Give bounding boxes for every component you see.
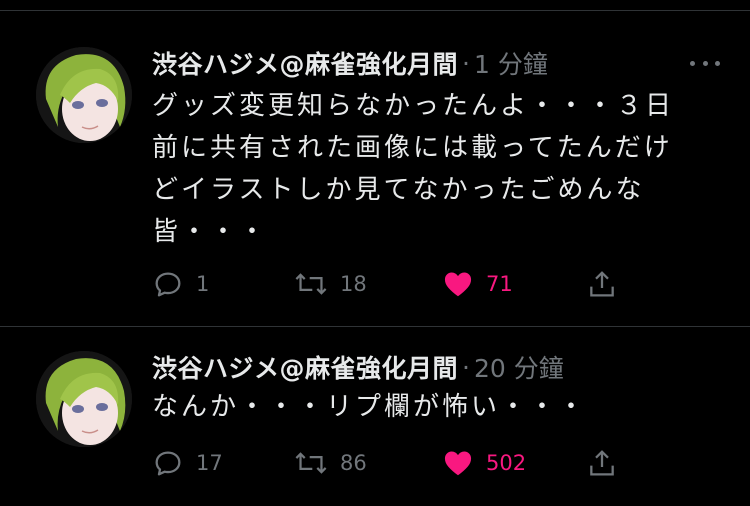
share-upload-icon xyxy=(590,271,614,297)
retweet-count: 18 xyxy=(340,272,367,296)
timestamp[interactable]: 20 分鐘 xyxy=(474,349,564,385)
author-name[interactable]: 渋谷ハジメ@麻雀強化月間 xyxy=(152,45,458,81)
like-button[interactable]: 502 xyxy=(442,443,526,483)
avatar[interactable] xyxy=(36,47,132,143)
like-count: 502 xyxy=(486,451,527,475)
heart-icon xyxy=(444,272,472,297)
like-button[interactable]: 71 xyxy=(442,264,513,304)
author-name[interactable]: 渋谷ハジメ@麻雀強化月間 xyxy=(152,349,458,385)
reply-bubble-icon xyxy=(155,451,181,476)
timeline-feed: 渋谷ハジメ@麻雀強化月間 · 1 分鐘 グッズ変更知らなかったんよ・・・３日 前… xyxy=(0,0,750,506)
reply-bubble-icon xyxy=(155,272,181,297)
action-bar: 17 86 502 xyxy=(152,443,632,483)
reply-button[interactable]: 1 xyxy=(152,264,209,304)
reply-count: 17 xyxy=(196,451,223,475)
tweet-text: グッズ変更知らなかったんよ・・・３日 前に共有された画像には載ってたんだけ どイ… xyxy=(152,91,675,247)
reply-count: 1 xyxy=(196,272,210,296)
retweet-button[interactable]: 86 xyxy=(294,443,367,483)
tweet-text: なんか・・・リプ欄が怖い・・・ xyxy=(152,392,588,422)
heart-icon xyxy=(444,451,472,476)
more-horizontal-icon[interactable] xyxy=(690,51,720,75)
tweet[interactable]: 渋谷ハジメ@麻雀強化月間 · 1 分鐘 グッズ変更知らなかったんよ・・・３日 前… xyxy=(0,11,750,326)
action-bar: 1 18 71 xyxy=(152,264,632,304)
share-button[interactable] xyxy=(586,443,618,483)
retweet-icon xyxy=(295,452,327,474)
reply-button[interactable]: 17 xyxy=(152,443,223,483)
share-button[interactable] xyxy=(586,264,618,304)
retweet-button[interactable]: 18 xyxy=(294,264,367,304)
avatar-image xyxy=(36,351,132,447)
avatar-image xyxy=(36,47,132,143)
like-count: 71 xyxy=(486,272,513,296)
avatar[interactable] xyxy=(36,351,132,447)
retweet-count: 86 xyxy=(340,451,367,475)
separator: · xyxy=(462,48,470,78)
tweet-header: 渋谷ハジメ@麻雀強化月間 · 20 分鐘 xyxy=(152,347,720,387)
share-upload-icon xyxy=(590,450,614,476)
tweet[interactable]: 渋谷ハジメ@麻雀強化月間 · 20 分鐘 なんか・・・リプ欄が怖い・・・ 17 … xyxy=(0,326,750,506)
tweet-header: 渋谷ハジメ@麻雀強化月間 · 1 分鐘 xyxy=(152,43,720,83)
separator: · xyxy=(462,352,470,382)
retweet-icon xyxy=(295,273,327,295)
timestamp[interactable]: 1 分鐘 xyxy=(474,45,548,81)
